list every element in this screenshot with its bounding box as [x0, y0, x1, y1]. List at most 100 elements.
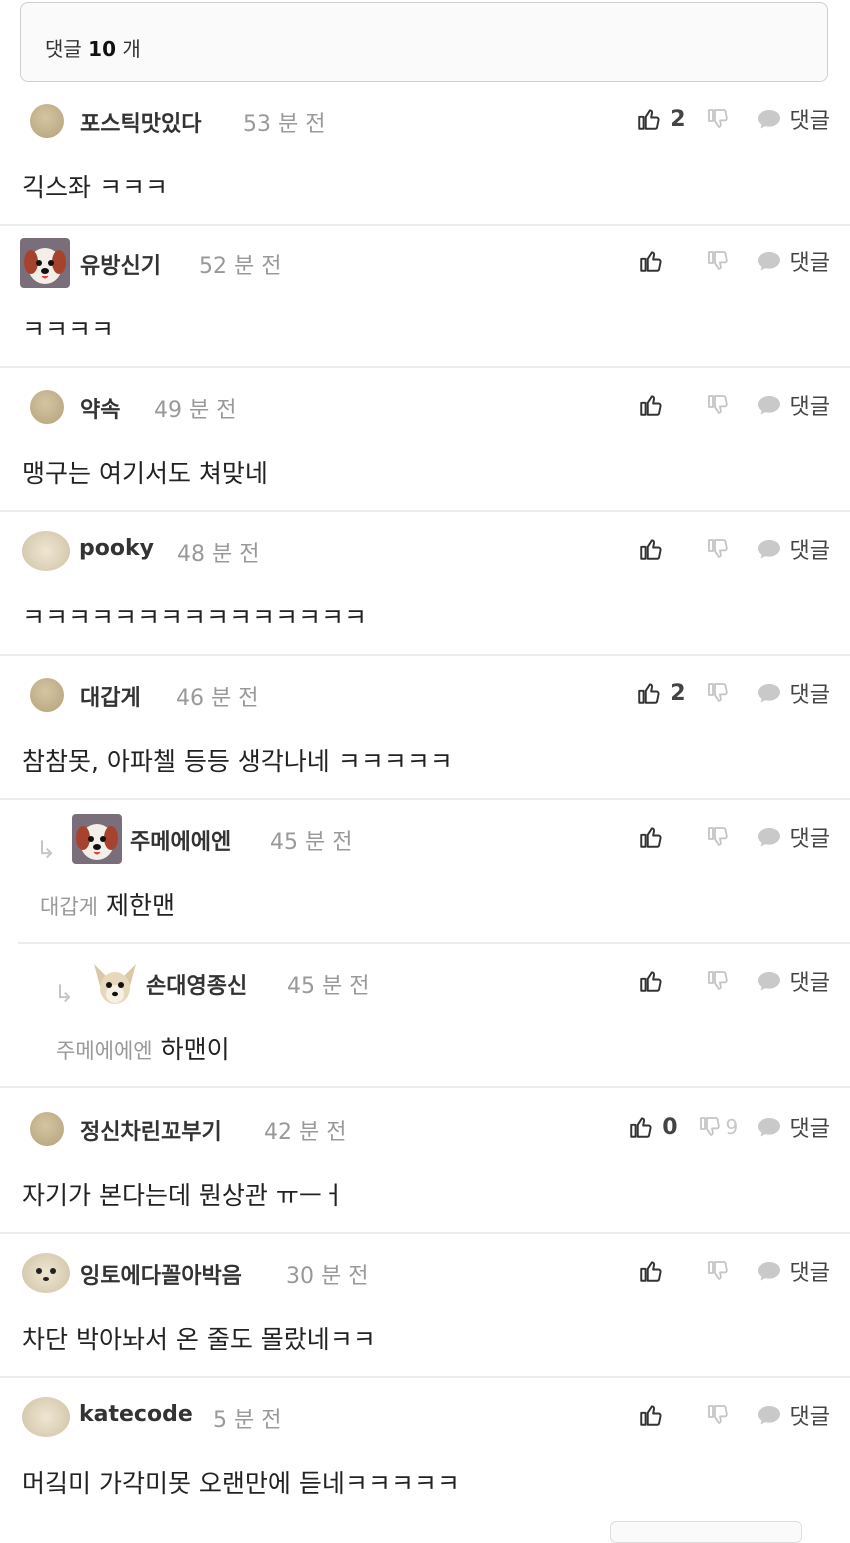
like-button[interactable]: 2: [616, 680, 686, 706]
comment-username[interactable]: 대갑게: [80, 680, 141, 712]
like-button[interactable]: [616, 824, 686, 850]
thumbs-down-icon: [706, 825, 730, 849]
dislike-button[interactable]: [706, 107, 746, 131]
like-button[interactable]: [616, 392, 686, 418]
reply-button[interactable]: 댓글: [756, 389, 830, 421]
load-more-button[interactable]: [610, 1521, 802, 1543]
comment-username[interactable]: 포스틱맛있다: [80, 106, 201, 138]
dislike-button[interactable]: [706, 681, 746, 705]
reply-label: 댓글: [789, 395, 830, 420]
speech-bubble-icon: [756, 538, 782, 560]
comment-username[interactable]: 약속: [80, 392, 120, 424]
avatar[interactable]: [22, 1253, 70, 1293]
thumbs-up-icon: [638, 392, 664, 418]
like-button[interactable]: [616, 248, 686, 274]
comment-username[interactable]: 유방신기: [80, 248, 161, 280]
reply-button[interactable]: 댓글: [756, 1399, 830, 1431]
comment-text: 맹구는 여기서도 쳐맞네: [22, 459, 268, 488]
avatar[interactable]: [30, 104, 64, 138]
avatar[interactable]: [22, 1397, 70, 1437]
dislike-button[interactable]: [706, 393, 746, 417]
avatar[interactable]: [72, 814, 122, 864]
thumbs-down-icon: [706, 969, 730, 993]
avatar[interactable]: [30, 1112, 64, 1146]
comment-text: 하맨이: [160, 1035, 230, 1064]
comment-count-box: 댓글 10 개: [20, 2, 828, 82]
reply-button[interactable]: 댓글: [756, 103, 830, 135]
thumbs-up-icon: [638, 248, 664, 274]
comment-username[interactable]: 잉토에다꼴아박음: [80, 1258, 242, 1290]
reply-button[interactable]: 댓글: [756, 1111, 830, 1143]
reply-label: 댓글: [789, 251, 830, 276]
comment-time: 46 분 전: [176, 686, 259, 711]
avatar[interactable]: [20, 238, 70, 288]
comment-actions: 댓글: [616, 534, 830, 564]
reply-label: 댓글: [789, 1117, 830, 1142]
reply-button[interactable]: 댓글: [756, 533, 830, 565]
reply-button[interactable]: 댓글: [756, 677, 830, 709]
dislike-button[interactable]: [706, 537, 746, 561]
dislike-button[interactable]: [706, 1259, 746, 1283]
comment-text: 자기가 본다는데 뭔상관 ㅠㅡㅓ: [22, 1181, 345, 1210]
avatar[interactable]: [22, 531, 70, 571]
comment-text: 차단 박아놔서 온 줄도 몰랐네ㅋㅋ: [22, 1325, 376, 1354]
dog-avatar-icon: [72, 814, 122, 864]
comment-username[interactable]: katecode: [79, 1402, 193, 1427]
speech-bubble-icon: [756, 1404, 782, 1426]
comment-actions: 댓글: [616, 822, 830, 852]
avatar[interactable]: [30, 678, 64, 712]
thumbs-up-icon: [638, 1258, 664, 1284]
comment-time: 45 분 전: [270, 830, 353, 855]
reply-label: 댓글: [789, 539, 830, 564]
comment-item: 유방신기 52 분 전 댓글 ㅋㅋㅋㅋ: [0, 224, 850, 368]
reply-comment-item: ↳ 주메에에엔 45 분 전 댓글 대갑게 제한맨: [0, 800, 850, 944]
comment-time: 45 분 전: [287, 974, 370, 999]
reply-button[interactable]: 댓글: [756, 245, 830, 277]
comment-count-label: 댓글 10 개: [45, 37, 141, 61]
comment-actions: 댓글: [616, 966, 830, 996]
thumbs-down-icon: [706, 1403, 730, 1427]
reply-label: 댓글: [789, 827, 830, 852]
chihuahua-avatar-icon: [90, 958, 140, 1008]
speech-bubble-icon: [756, 394, 782, 416]
comment-actions: 댓글: [616, 246, 830, 276]
comment-text: 긱스좌 ㅋㅋㅋ: [22, 173, 168, 202]
reply-label: 댓글: [789, 971, 830, 996]
comment-item: 잉토에다꼴아박음 30 분 전 댓글 차단 박아놔서 온 줄도 몰랐네ㅋㅋ: [0, 1234, 850, 1378]
thumbs-up-icon: [636, 680, 662, 706]
comment-actions: 2 댓글: [616, 104, 830, 134]
thumbs-up-icon: [638, 968, 664, 994]
like-button[interactable]: [616, 1258, 686, 1284]
like-count: 0: [662, 1114, 678, 1140]
mention-username[interactable]: 주메에에엔: [56, 1039, 153, 1063]
reply-button[interactable]: 댓글: [756, 965, 830, 997]
speech-bubble-icon: [756, 1260, 782, 1282]
comment-username[interactable]: 주메에에엔: [130, 824, 231, 856]
comment-username[interactable]: 손대영종신: [146, 968, 247, 1000]
dislike-button[interactable]: [706, 969, 746, 993]
like-count: 2: [670, 680, 686, 706]
thumbs-down-icon: [698, 1115, 722, 1139]
comment-username[interactable]: 정신차린꼬부기: [80, 1114, 222, 1146]
like-button[interactable]: 0: [628, 1114, 678, 1140]
dislike-button[interactable]: [706, 825, 746, 849]
reply-button[interactable]: 댓글: [756, 1255, 830, 1287]
dislike-button[interactable]: 9: [698, 1115, 746, 1139]
comment-text: 참참못, 아파첼 등등 생각나네 ㅋㅋㅋㅋㅋ: [22, 747, 453, 776]
reply-button[interactable]: 댓글: [756, 821, 830, 853]
avatar[interactable]: [90, 958, 140, 1008]
like-button[interactable]: [616, 1402, 686, 1428]
comment-text: 머깈미 가각미못 오랜만에 듣네ㅋㅋㅋㅋㅋ: [22, 1469, 460, 1498]
dislike-button[interactable]: [706, 1403, 746, 1427]
like-button[interactable]: [616, 536, 686, 562]
avatar[interactable]: [30, 390, 64, 424]
like-button[interactable]: 2: [616, 106, 686, 132]
mention-username[interactable]: 대갑게: [40, 895, 98, 919]
dislike-button[interactable]: [706, 249, 746, 273]
thumbs-down-icon: [706, 537, 730, 561]
speech-bubble-icon: [756, 826, 782, 848]
comment-username[interactable]: pooky: [79, 536, 154, 561]
comment-count-value: 10: [88, 37, 117, 61]
like-button[interactable]: [616, 968, 686, 994]
comment-item: 대갑게 46 분 전 2 댓글 참참못, 아파첼 등등 생각나네 ㅋㅋㅋㅋㅋ: [0, 656, 850, 800]
